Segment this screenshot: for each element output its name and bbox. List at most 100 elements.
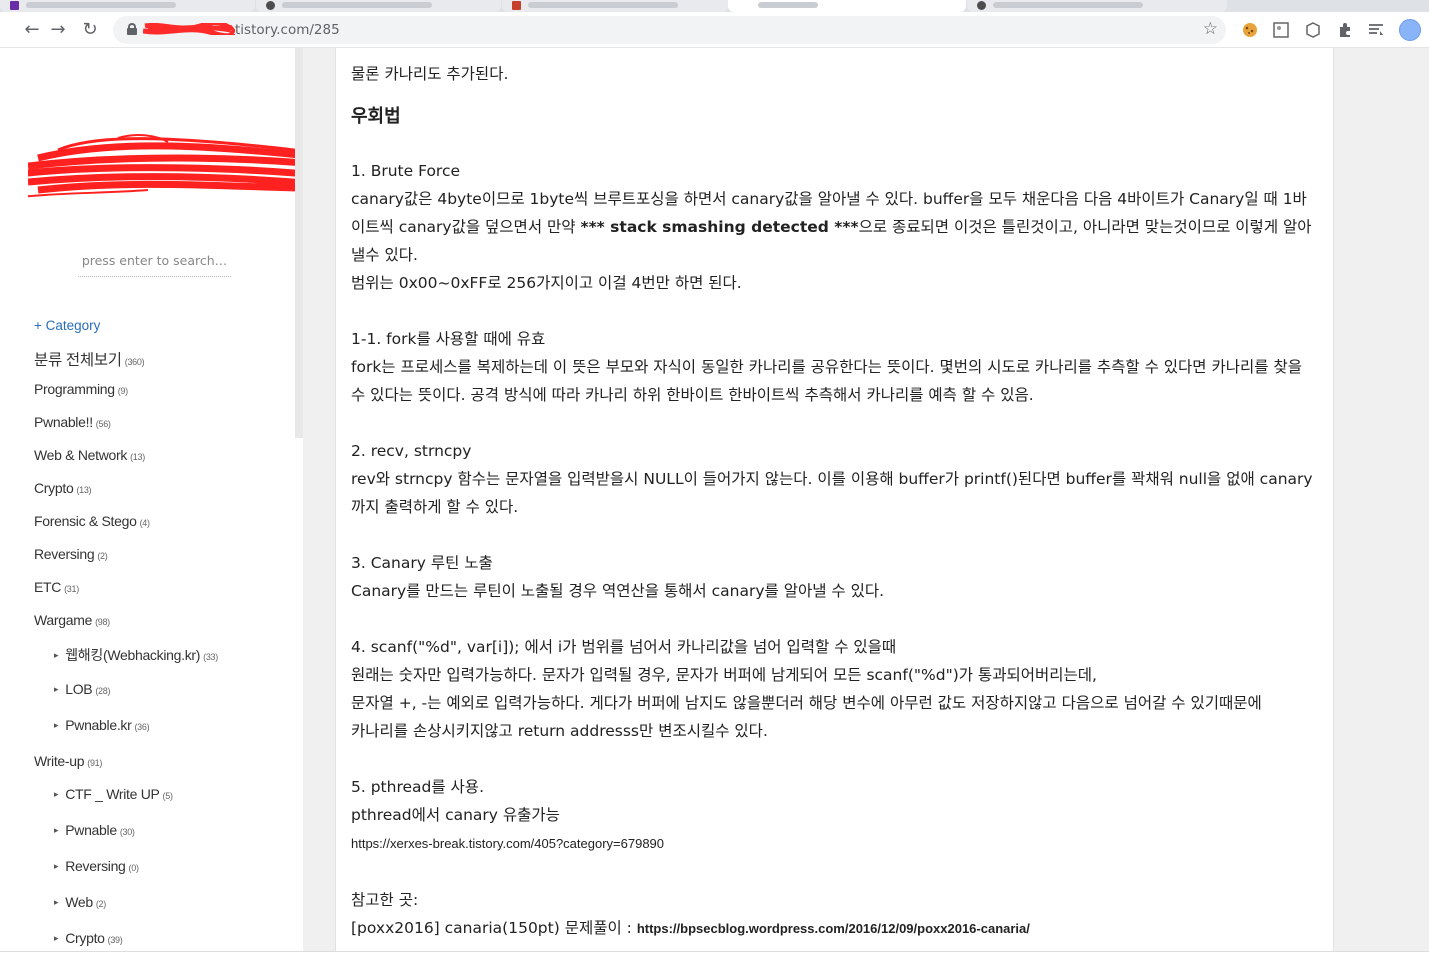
- image-extension-icon[interactable]: [1273, 22, 1289, 38]
- intro-text: 물론 카나리도 추가된다.: [351, 65, 509, 83]
- category-count: (0): [128, 863, 139, 873]
- profile-avatar[interactable]: [1399, 19, 1421, 41]
- reference-text: [poxx2016] canaria(150pt) 문제풀이 :: [351, 919, 637, 937]
- category-item[interactable]: Programming (9): [34, 381, 294, 414]
- category-label: Wargame: [34, 612, 93, 628]
- tab-title: [282, 2, 432, 8]
- category-label: Pwnable: [65, 822, 117, 838]
- scanf-paragraph-1: 원래는 숫자만 입력가능하다. 문자가 입력될 경우, 문자가 버퍼에 남게되어…: [351, 666, 1097, 684]
- category-item[interactable]: ETC (31): [34, 579, 294, 612]
- tab-title: [528, 2, 678, 8]
- category-count: (36): [134, 722, 150, 732]
- browser-tab-active[interactable]: [728, 0, 966, 12]
- fork-title: 1-1. fork를 사용할 때에 유효: [351, 330, 546, 348]
- cookie-extension-icon[interactable]: [1242, 22, 1258, 38]
- shield-extension-icon[interactable]: [1305, 22, 1321, 38]
- reading-list-icon[interactable]: [1368, 22, 1384, 38]
- sidebar-scrollbar[interactable]: [295, 48, 303, 438]
- brute-force-title: 1. Brute Force: [351, 162, 461, 180]
- category-count: (33): [203, 652, 218, 662]
- tab-title: [758, 2, 818, 8]
- category-label: LOB: [65, 681, 93, 697]
- range-paragraph: 범위는 0x00~0xFF로 256가지이고 이걸 4번만 하면 된다.: [351, 274, 742, 292]
- category-label: Web & Network: [34, 447, 128, 463]
- category-item[interactable]: Write-up (91): [34, 753, 294, 786]
- left-gutter: [303, 48, 335, 952]
- category-label: Crypto: [65, 930, 105, 946]
- pthread-paragraph: pthread에서 canary 유출가능: [351, 806, 560, 824]
- category-label: Pwnable.kr: [65, 717, 132, 733]
- category-count: (28): [95, 686, 111, 696]
- reload-icon[interactable]: ↻: [78, 18, 102, 42]
- category-item[interactable]: Web & Network (13): [34, 447, 294, 480]
- category-label: 웹해킹(Webhacking.kr): [65, 647, 201, 663]
- window-bottom-edge: [0, 951, 1429, 962]
- fork-paragraph: fork는 프로세스를 복제하는데 이 뜻은 부모와 자식이 동일한 카나리를 …: [351, 358, 1302, 404]
- reference-link[interactable]: https://bpsecblog.wordpress.com/2016/12/…: [637, 921, 1030, 936]
- scanf-paragraph-2: 문자열 +, -는 예외로 입력가능하다. 게다가 버퍼에 남지도 않을뿐더러 …: [351, 694, 1262, 712]
- category-label: Reversing: [65, 858, 126, 874]
- category-label: Pwnable!!: [34, 414, 93, 430]
- category-label: Write-up: [34, 753, 85, 769]
- category-item[interactable]: Reversing (2): [34, 546, 294, 579]
- category-item[interactable]: Forensic & Stego (4): [34, 513, 294, 546]
- subcategory-item[interactable]: LOB(28): [34, 681, 294, 717]
- category-count: (39): [107, 935, 123, 945]
- subcategory-item[interactable]: Pwnable.kr(36): [34, 717, 294, 753]
- recv-title: 2. recv, strncpy: [351, 442, 472, 460]
- subcategory-item[interactable]: CTF _ Write UP(5): [34, 786, 294, 822]
- browser-tab[interactable]: [0, 0, 255, 12]
- article-body: 물론 카나리도 추가된다. 우회법 1. Brute Force canary값…: [351, 60, 1321, 943]
- tab-favicon-icon: [10, 1, 19, 10]
- category-item[interactable]: 분류 전체보기 (360): [34, 348, 294, 381]
- category-count: (360): [124, 357, 145, 367]
- browser-tab[interactable]: [256, 0, 501, 12]
- category-count: (31): [64, 584, 79, 594]
- category-list: 분류 전체보기 (360) Programming (9) Pwnable!! (56…: [34, 348, 294, 952]
- category-label: Forensic & Stego: [34, 513, 137, 529]
- section-heading: 우회법: [351, 106, 401, 127]
- github-icon: [977, 1, 986, 10]
- puzzle-extensions-icon[interactable]: [1337, 22, 1353, 38]
- recv-paragraph: rev와 strncpy 함수는 문자열을 입력받을시 NULL이 들어가지 않…: [351, 470, 1313, 516]
- address-bar[interactable]: tistory.com/285 ☆: [113, 16, 1226, 44]
- category-item[interactable]: Wargame (98): [34, 612, 294, 645]
- category-header[interactable]: + Category: [34, 318, 100, 333]
- forward-arrow-icon[interactable]: →: [46, 18, 70, 42]
- browser-tab[interactable]: [967, 0, 1227, 12]
- reference-line: [poxx2016] canaria(150pt) 문제풀이 : https:/…: [351, 914, 1321, 943]
- scanf-title: 4. scanf("%d", var[i]); 에서 i가 범위를 넘어서 카나…: [351, 638, 897, 656]
- category-label: ETC: [34, 579, 62, 595]
- category-item[interactable]: Pwnable!! (56): [34, 414, 294, 447]
- bold-text: *** stack smashing detected ***: [580, 218, 859, 236]
- url-redaction: [143, 23, 235, 35]
- browser-tab[interactable]: [502, 0, 728, 12]
- subcategory-item[interactable]: Reversing(0): [34, 858, 294, 894]
- lock-icon: [127, 23, 137, 35]
- canary-routine-title: 3. Canary 루틴 노출: [351, 554, 493, 572]
- category-label: Web: [65, 894, 93, 910]
- bookmark-star-icon[interactable]: ☆: [1203, 19, 1218, 39]
- pthread-title: 5. pthread를 사용.: [351, 778, 484, 796]
- pthread-reference-link[interactable]: https://xerxes-break.tistory.com/405?cat…: [351, 836, 664, 851]
- subcategory-item[interactable]: Crypto(39): [34, 930, 294, 952]
- brute-force-paragraph: canary값은 4byte이므로 1byte씩 브루트포싱을 하면서 cana…: [351, 185, 1321, 269]
- subcategory-item[interactable]: Web(2): [34, 894, 294, 930]
- category-label: Reversing: [34, 546, 95, 562]
- tab-strip: [0, 0, 1429, 12]
- category-count: (91): [87, 758, 103, 768]
- sidebar: press enter to search… + Category 분류 전체보…: [28, 48, 340, 952]
- reference-title: 참고한 곳:: [351, 891, 419, 909]
- canary-routine-paragraph: Canary를 만드는 루틴이 노출될 경우 역연산을 통해서 canary를 …: [351, 582, 885, 600]
- category-count: (30): [119, 827, 135, 837]
- subcategory-item[interactable]: 웹해킹(Webhacking.kr)(33): [34, 645, 294, 681]
- back-arrow-icon[interactable]: ←: [20, 18, 44, 42]
- category-count: (5): [162, 791, 173, 801]
- category-count: (4): [139, 518, 150, 528]
- category-count: (98): [95, 617, 110, 627]
- search-input[interactable]: press enter to search…: [78, 253, 231, 277]
- subcategory-item[interactable]: Pwnable(30): [34, 822, 294, 858]
- category-count: (13): [76, 485, 92, 495]
- tab-title: [993, 2, 1143, 8]
- category-item[interactable]: Crypto (13): [34, 480, 294, 513]
